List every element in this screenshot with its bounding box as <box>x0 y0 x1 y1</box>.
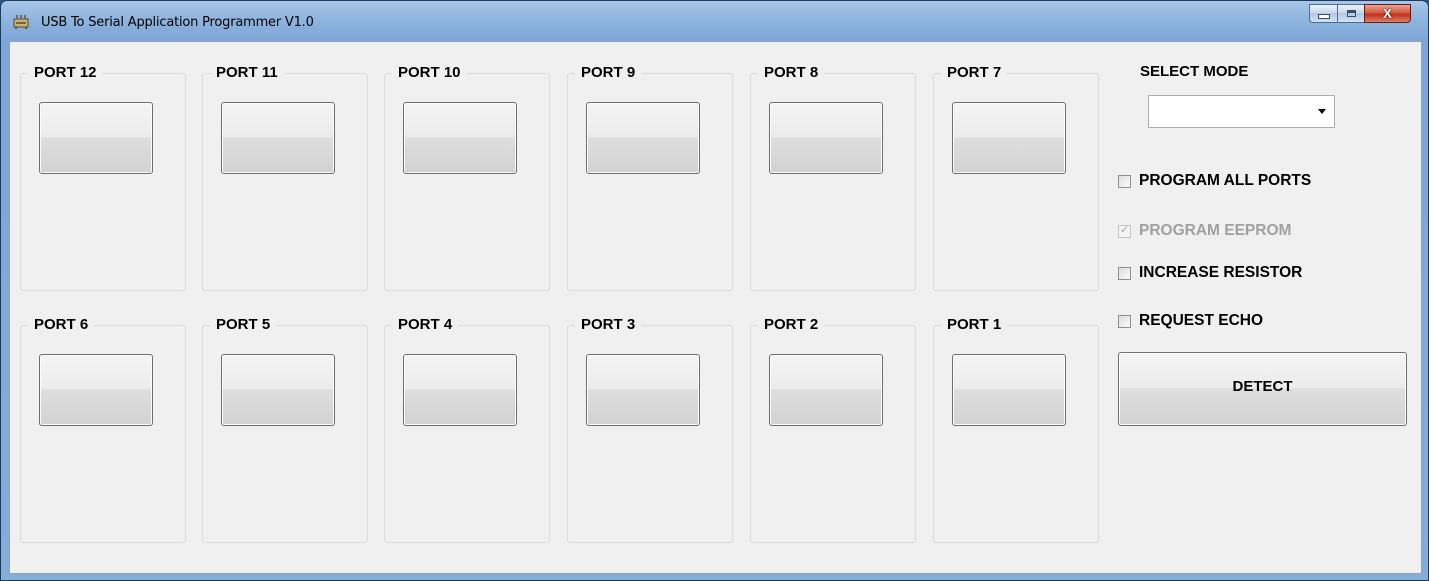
title-bar[interactable]: USB To Serial Application Programmer V1.… <box>1 1 1428 41</box>
port-group-8: PORT 8 <box>750 64 916 291</box>
port-button-9[interactable] <box>586 102 700 174</box>
option-label: REQUEST ECHO <box>1139 312 1264 329</box>
option-label: PROGRAM ALL PORTS <box>1139 172 1312 189</box>
checkmark-icon: ✓ <box>1120 223 1130 236</box>
port-group-11: PORT 11 <box>202 64 368 291</box>
port-group-10: PORT 10 <box>384 64 550 291</box>
maximize-icon <box>1346 10 1356 17</box>
option-request-echo[interactable]: REQUEST ECHO <box>1118 312 1263 330</box>
window-controls: X <box>1309 4 1411 23</box>
select-mode-label: SELECT MODE <box>1140 63 1249 80</box>
port-button-12[interactable] <box>39 102 153 174</box>
option-program-all-ports[interactable]: PROGRAM ALL PORTS <box>1118 172 1311 190</box>
port-group-2: PORT 2 <box>750 316 916 543</box>
port-button-1[interactable] <box>952 354 1066 426</box>
option-increase-resistor[interactable]: INCREASE RESISTOR <box>1118 264 1302 282</box>
port-group-7: PORT 7 <box>933 64 1099 291</box>
checkbox-icon[interactable] <box>1118 266 1131 280</box>
option-label: PROGRAM EEPROM <box>1139 222 1292 239</box>
window-title: USB To Serial Application Programmer V1.… <box>41 15 314 30</box>
mode-select[interactable] <box>1148 95 1335 128</box>
detect-button[interactable]: DETECT <box>1118 352 1407 426</box>
checkbox-icon[interactable] <box>1118 314 1131 328</box>
port-label-7: PORT 7 <box>941 64 1008 81</box>
maximize-button[interactable] <box>1337 4 1364 23</box>
port-button-3[interactable] <box>586 354 700 426</box>
port-button-4[interactable] <box>403 354 517 426</box>
port-button-6[interactable] <box>39 354 153 426</box>
port-button-7[interactable] <box>952 102 1066 174</box>
minimize-icon <box>1317 14 1330 19</box>
minimize-button[interactable] <box>1309 4 1337 23</box>
port-label-1: PORT 1 <box>941 316 1008 333</box>
port-button-8[interactable] <box>769 102 883 174</box>
port-label-2: PORT 2 <box>758 316 825 333</box>
port-label-6: PORT 6 <box>28 316 95 333</box>
app-window: USB To Serial Application Programmer V1.… <box>0 0 1429 581</box>
port-label-11: PORT 11 <box>210 64 284 81</box>
port-group-3: PORT 3 <box>567 316 733 543</box>
port-button-10[interactable] <box>403 102 517 174</box>
port-label-9: PORT 9 <box>575 64 642 81</box>
port-group-1: PORT 1 <box>933 316 1099 543</box>
port-group-12: PORT 12 <box>20 64 186 291</box>
option-label: INCREASE RESISTOR <box>1139 264 1303 281</box>
port-label-3: PORT 3 <box>575 316 642 333</box>
close-button[interactable]: X <box>1364 4 1411 23</box>
port-button-2[interactable] <box>769 354 883 426</box>
port-group-6: PORT 6 <box>20 316 186 543</box>
port-button-5[interactable] <box>221 354 335 426</box>
port-group-9: PORT 9 <box>567 64 733 291</box>
port-label-4: PORT 4 <box>392 316 459 333</box>
port-group-4: PORT 4 <box>384 316 550 543</box>
close-icon: X <box>1383 6 1392 21</box>
port-label-8: PORT 8 <box>758 64 825 81</box>
port-button-11[interactable] <box>221 102 335 174</box>
chevron-down-icon <box>1318 109 1326 114</box>
option-program-eeprom: ✓ PROGRAM EEPROM <box>1118 222 1291 240</box>
checkbox-icon[interactable] <box>1118 174 1131 188</box>
port-label-10: PORT 10 <box>392 64 467 81</box>
checkbox-icon: ✓ <box>1118 223 1131 238</box>
client-area: PORT 12 PORT 11 PORT 10 PORT 9 PORT 8 PORT 7 … <box>9 41 1422 574</box>
port-group-5: PORT 5 <box>202 316 368 543</box>
usb-programmer-icon <box>12 14 30 30</box>
port-label-5: PORT 5 <box>210 316 277 333</box>
port-label-12: PORT 12 <box>28 64 103 81</box>
